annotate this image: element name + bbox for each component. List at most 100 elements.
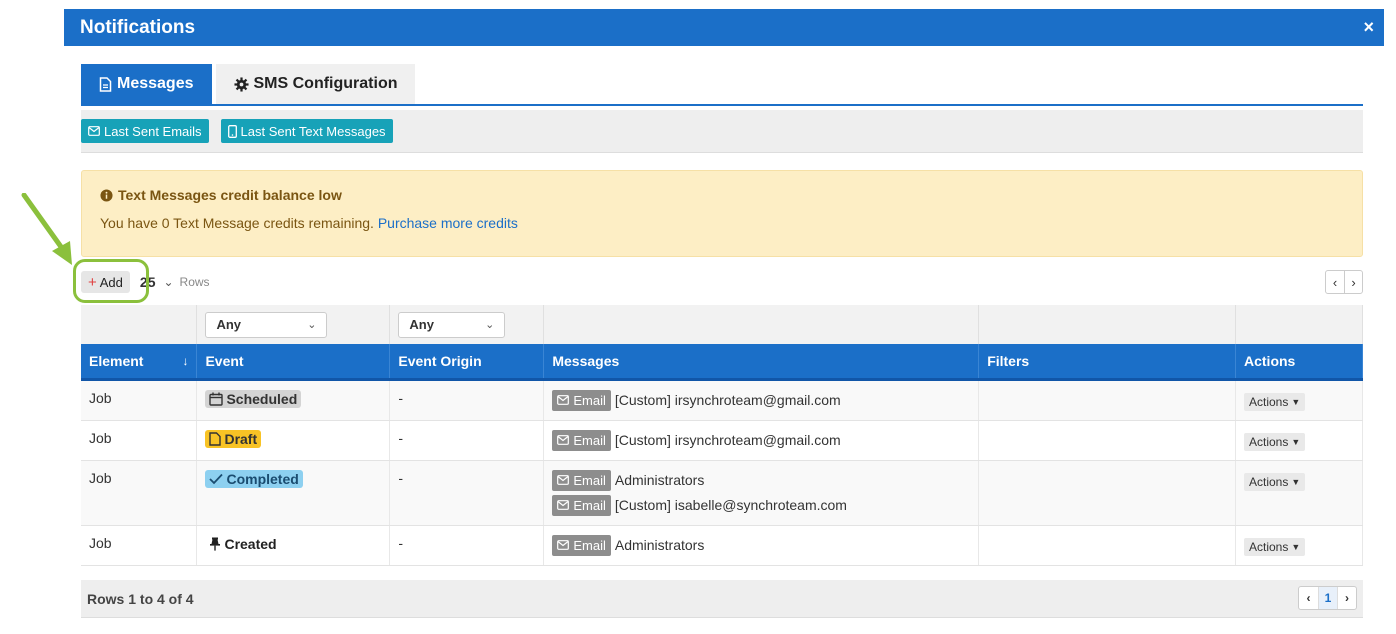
actions-label: Actions xyxy=(1249,539,1289,554)
column-header-element[interactable]: Element ↓ xyxy=(81,344,198,381)
column-header-filters[interactable]: Filters xyxy=(978,344,1236,381)
email-tag: Email xyxy=(552,389,611,411)
envelope-icon xyxy=(88,126,100,136)
file-icon xyxy=(209,431,222,446)
last-sent-text-messages-button[interactable]: Last Sent Text Messages xyxy=(220,119,393,143)
cell-event: Completed xyxy=(196,460,391,526)
sort-down-icon: ↓ xyxy=(182,354,189,368)
column-header-event-origin[interactable]: Event Origin xyxy=(389,344,545,381)
table-row[interactable]: Job Scheduled - Email [Custom] irsynchro… xyxy=(81,379,1363,421)
thumbtack-icon xyxy=(210,537,221,551)
alert-title: Text Messages credit balance low xyxy=(118,187,342,203)
cell-actions: Actions ▼ xyxy=(1235,525,1363,566)
cell-event: Draft xyxy=(196,420,391,461)
caret-down-icon: ▼ xyxy=(1291,396,1301,407)
column-label: Element xyxy=(89,352,144,369)
status-label: Draft xyxy=(224,430,258,447)
status-badge: Draft xyxy=(205,429,262,448)
status-badge: Completed xyxy=(205,469,303,488)
status-label: Completed xyxy=(226,470,299,487)
column-header-event[interactable]: Event xyxy=(196,344,391,381)
tab-messages[interactable]: Messages xyxy=(81,64,212,104)
event-filter-select[interactable]: Any ⌄ xyxy=(205,311,328,338)
tab-sms-label: SMS Configuration xyxy=(253,75,398,92)
message-recipient: [Custom] irsynchroteam@gmail.com xyxy=(614,391,841,408)
email-tag: Email xyxy=(552,429,611,451)
table-row[interactable]: Job Draft - Email [Custom] irsynchroteam… xyxy=(81,420,1363,461)
actions-dropdown-button[interactable]: Actions ▼ xyxy=(1244,537,1306,556)
cell-messages: Email [Custom] irsynchroteam@gmail.com xyxy=(543,420,980,461)
calendar-icon xyxy=(209,392,224,406)
next-page-button[interactable]: › xyxy=(1337,587,1356,609)
toolbar: Last Sent Emails Last Sent Text Messages xyxy=(81,110,1363,153)
actions-dropdown-button[interactable]: Actions ▼ xyxy=(1244,472,1306,491)
table-row[interactable]: Job Completed - Email Administrators Ema… xyxy=(81,460,1363,526)
message-line: Email Administrators xyxy=(552,534,970,556)
purchase-credits-link[interactable]: Purchase more credits xyxy=(378,215,518,231)
message-recipient: [Custom] isabelle@synchroteam.com xyxy=(614,496,847,513)
page-number-button[interactable]: 1 xyxy=(1318,587,1337,609)
status-badge: Scheduled xyxy=(205,389,302,408)
envelope-icon xyxy=(557,475,570,485)
last-sent-text-label: Last Sent Text Messages xyxy=(240,123,386,139)
close-icon[interactable]: × xyxy=(1363,17,1374,38)
bottom-pager: ‹ 1 › xyxy=(1298,586,1357,610)
tab-messages-label: Messages xyxy=(117,75,194,92)
file-icon xyxy=(99,76,112,92)
email-tag-label: Email xyxy=(573,497,606,513)
tab-bar: Messages SMS Configuration xyxy=(81,64,1363,106)
actions-dropdown-button[interactable]: Actions ▼ xyxy=(1244,432,1306,451)
actions-label: Actions xyxy=(1249,474,1289,489)
gear-icon xyxy=(233,76,249,92)
cell-filters xyxy=(978,379,1236,421)
actions-label: Actions xyxy=(1249,394,1289,409)
column-header-messages[interactable]: Messages xyxy=(543,344,980,381)
alert-message: You have 0 Text Message credits remainin… xyxy=(100,215,374,231)
alert-body: You have 0 Text Message credits remainin… xyxy=(100,215,1344,231)
email-tag-label: Email xyxy=(573,472,606,488)
filter-row: Any ⌄ Any ⌄ xyxy=(81,305,1363,344)
chevron-down-icon: ⌄ xyxy=(485,319,495,331)
check-icon xyxy=(209,473,224,484)
email-tag-label: Email xyxy=(573,392,606,408)
cell-messages: Email [Custom] irsynchroteam@gmail.com xyxy=(543,379,980,421)
column-header-actions: Actions xyxy=(1235,344,1363,381)
email-tag: Email xyxy=(552,494,611,516)
email-tag-label: Email xyxy=(573,432,606,448)
prev-page-button[interactable]: ‹ xyxy=(1299,587,1318,609)
cell-origin: - xyxy=(389,525,545,566)
last-sent-emails-button[interactable]: Last Sent Emails xyxy=(81,119,209,143)
chevron-down-icon: ⌄ xyxy=(307,319,317,331)
modal-title: Notifications xyxy=(80,16,196,38)
table-row[interactable]: Job Created - Email Administrators Actio… xyxy=(81,525,1363,566)
envelope-icon xyxy=(557,500,570,510)
cell-filters xyxy=(978,460,1236,526)
cell-origin: - xyxy=(389,460,545,526)
annotation-arrow-icon xyxy=(21,193,72,265)
mobile-phone-icon xyxy=(227,124,237,138)
email-tag: Email xyxy=(552,469,611,491)
rows-label: Rows xyxy=(179,275,210,289)
cell-actions: Actions ▼ xyxy=(1235,379,1363,421)
cell-messages: Email Administrators xyxy=(543,525,980,566)
cell-element: Job xyxy=(81,460,198,526)
next-page-button[interactable]: › xyxy=(1344,271,1362,293)
credit-alert: Text Messages credit balance low You hav… xyxy=(81,170,1363,257)
cell-event: Created xyxy=(196,525,391,566)
prev-page-button[interactable]: ‹ xyxy=(1326,271,1344,293)
cell-element: Job xyxy=(81,420,198,461)
filter-cell-filters xyxy=(978,305,1236,344)
event-filter-value: Any xyxy=(216,317,242,332)
actions-dropdown-button[interactable]: Actions ▼ xyxy=(1244,392,1306,411)
annotation-highlight xyxy=(73,259,149,303)
status-badge: Created xyxy=(205,535,280,553)
caret-down-icon: ▼ xyxy=(1291,541,1301,552)
email-tag: Email xyxy=(552,534,611,556)
origin-filter-select[interactable]: Any ⌄ xyxy=(398,311,506,338)
message-recipient: Administrators xyxy=(614,536,705,553)
rows-summary: Rows 1 to 4 of 4 xyxy=(87,590,194,607)
message-line: Email Administrators xyxy=(552,469,970,491)
caret-down-icon: ▼ xyxy=(1291,476,1301,487)
tab-sms-configuration[interactable]: SMS Configuration xyxy=(215,64,416,104)
origin-filter-value: Any xyxy=(409,317,434,332)
